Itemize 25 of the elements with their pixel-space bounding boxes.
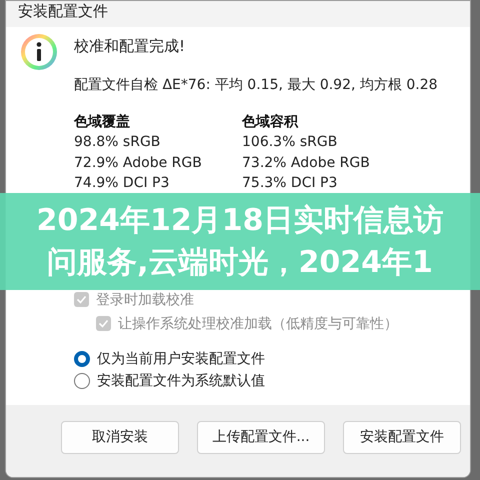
- gamut-value: 98.8% sRGB: [74, 133, 162, 152]
- checkbox-label: 登录时加载校准: [96, 290, 194, 308]
- message-heading: 校准和配置完成!: [74, 37, 186, 56]
- self-check-text: 配置文件自检 ΔE*76: 平均 0.15, 最大 0.92, 均方根 0.28: [74, 76, 438, 94]
- headline-text: 2024年12月18日实时信息访: [36, 202, 444, 240]
- gamut-value: 106.3% sRGB: [242, 133, 338, 152]
- gamut-value: 73.2% Adobe RGB: [242, 154, 371, 172]
- gamut-heading: 色域容积: [242, 112, 300, 132]
- info-icon: [20, 33, 58, 71]
- gamut-value: 74.9% DCI P3: [74, 174, 170, 193]
- radio-button[interactable]: [74, 350, 90, 366]
- dialog-button[interactable]: 安装配置文件: [343, 420, 461, 454]
- dialog-button[interactable]: 取消安装: [61, 420, 179, 454]
- dialog-button[interactable]: 上传配置文件...: [197, 420, 325, 454]
- checkmark-icon: [76, 294, 87, 305]
- radio-label: 仅为当前用户安装配置文件: [97, 350, 265, 368]
- window-title: 安装配置文件: [18, 2, 108, 21]
- radio-button[interactable]: [74, 372, 90, 388]
- gamut-value: 72.9% Adobe RGB: [74, 154, 203, 172]
- checkbox-label: 让操作系统处理校准加载（低精度与可靠性）: [118, 314, 398, 332]
- gamut-value: 75.3% DCI P3: [242, 174, 338, 193]
- checkmark-icon: [98, 318, 109, 329]
- headline-text: 问服务,云端时光，2024年1: [47, 244, 433, 282]
- radio-label: 安装配置文件为系统默认值: [97, 372, 265, 390]
- gamut-heading: 色域覆盖: [74, 112, 131, 132]
